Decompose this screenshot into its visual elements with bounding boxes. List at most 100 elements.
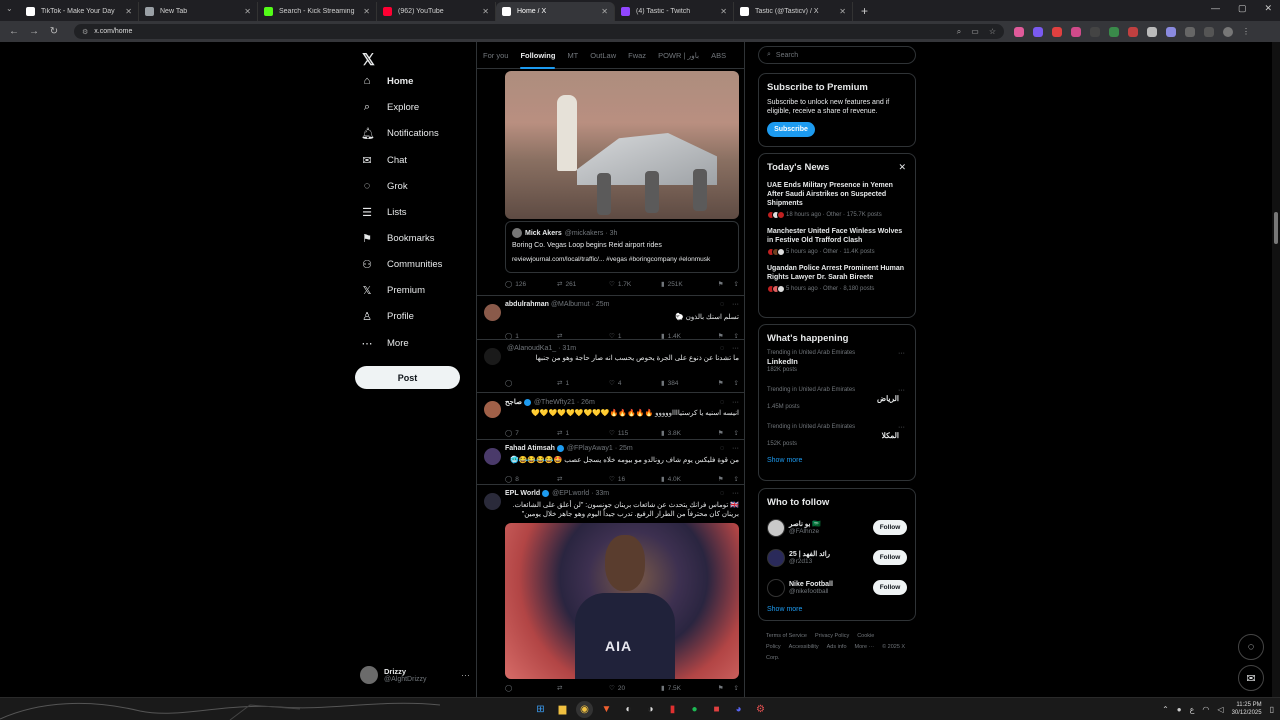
more-icon[interactable]: ··· [732, 399, 739, 406]
app-icon[interactable]: ▮ [664, 701, 681, 718]
nav-item-lists[interactable]: ☰ Lists [361, 206, 406, 219]
nav-item-premium[interactable]: 𝕏 Premium [361, 284, 425, 297]
avatar[interactable] [484, 304, 501, 321]
repost-button[interactable]: ⇄ 261 [557, 280, 609, 289]
tweet-time[interactable]: · 31m [558, 345, 576, 352]
quote-link[interactable]: reviewjournal.com/local/traffic/... #veg… [512, 256, 732, 263]
tweet-author[interactable]: Fahad Atimsah [505, 445, 555, 452]
subscribe-button[interactable]: Subscribe [767, 122, 815, 137]
close-tab-icon[interactable]: ✕ [720, 7, 727, 16]
views-button[interactable]: ▮ 251K [661, 280, 709, 289]
repost-button[interactable]: ⇄ 1 [557, 379, 609, 388]
tab-search-icon[interactable]: ⌄ [6, 4, 13, 13]
extension-icon[interactable] [1071, 26, 1081, 37]
avatar[interactable] [767, 578, 785, 597]
forward-icon[interactable]: → [26, 26, 42, 37]
avatar[interactable] [484, 448, 501, 465]
more-icon[interactable]: ··· [898, 387, 905, 394]
nav-item-communities[interactable]: ⚇ Communities [361, 258, 442, 271]
close-tab-icon[interactable]: ✕ [244, 7, 251, 16]
nav-item-bookmarks[interactable]: ⚑ Bookmarks [361, 232, 434, 245]
footer-link[interactable]: Accessibility [789, 644, 819, 650]
app-icon[interactable]: ⚙ [752, 701, 769, 718]
trend-item[interactable]: Trending in United Arab Emirates LinkedIn… [767, 350, 907, 381]
tweet[interactable]: abdulrahman @MAlbumut · 25m ◌ ··· تسلم اسنك ب… [477, 295, 744, 340]
browser-tab[interactable]: Tastic (@Tasticv) / X ✕ [734, 2, 853, 21]
close-tab-icon[interactable]: ✕ [601, 7, 608, 16]
nav-item-chat[interactable]: ✉ Chat [361, 154, 407, 167]
browser-tab[interactable]: Home / X ✕ [496, 2, 615, 21]
extension-icon[interactable] [1052, 26, 1062, 37]
spotify-icon[interactable]: ● [686, 701, 703, 718]
microphone-icon[interactable]: ● [1177, 705, 1182, 714]
reply-button[interactable]: ◯ 126 [505, 280, 557, 289]
tweet-handle[interactable]: @AlanoudKa1_ [507, 345, 556, 352]
tweet-handle[interactable]: @FPlayAway1 [567, 445, 613, 452]
share-icon[interactable]: ⇪ [734, 280, 739, 288]
clock[interactable]: 11:25 PM 30/12/2025 [1232, 701, 1262, 717]
volume-icon[interactable]: ◁ [1217, 705, 1223, 714]
like-button[interactable]: ♡ 16 [609, 475, 661, 484]
more-icon[interactable]: ··· [461, 670, 470, 680]
search-input[interactable]: ⌕ Search [758, 46, 916, 64]
new-tab-button[interactable]: + [861, 2, 868, 21]
app-icon[interactable]: ◑ [642, 701, 659, 718]
minimize-icon[interactable]: — [1211, 3, 1220, 14]
views-button[interactable]: ▮ 4.0K [661, 475, 709, 484]
feed-tab[interactable]: POWR | باور [652, 42, 705, 69]
grok-icon[interactable]: ◌ [720, 445, 724, 452]
file-explorer-icon[interactable]: ▆ [554, 701, 571, 718]
follow-button[interactable]: Follow [873, 520, 907, 535]
tweet-author[interactable]: صاجح [505, 398, 522, 406]
x-logo-icon[interactable]: 𝕏 [362, 50, 375, 70]
close-tab-icon[interactable]: ✕ [125, 7, 132, 16]
tweet-time[interactable]: · 33m [591, 490, 609, 497]
windows-start-icon[interactable]: ⊞ [532, 701, 549, 718]
back-icon[interactable]: ← [6, 26, 22, 37]
avatar[interactable] [484, 348, 501, 365]
feed-tab[interactable]: Following [514, 42, 561, 69]
feed-tab[interactable]: Fwaz [622, 42, 652, 69]
trend-item[interactable]: Trending in United Arab Emirates الرياض 1.… [767, 387, 907, 418]
grok-button[interactable]: ◌ [1238, 634, 1264, 660]
tweet-handle[interactable]: @EPLworld [552, 490, 589, 497]
nav-item-more[interactable]: ⋯ More [361, 337, 409, 350]
repost-button[interactable]: ⇄ 1 [557, 429, 609, 438]
browser-tab[interactable]: (4) Tastic - Twitch ✕ [615, 2, 734, 21]
quoted-tweet-card[interactable]: Mick Akers @mickakers · 3h Boring Co. Ve… [505, 221, 739, 273]
trend-item[interactable]: Trending in United Arab Emirates المكلا 15… [767, 424, 907, 455]
like-button[interactable]: ♡ 20 [609, 684, 661, 693]
nav-item-profile[interactable]: ♙ Profile [361, 310, 414, 323]
extension-icon[interactable] [1014, 26, 1024, 37]
more-icon[interactable]: ··· [732, 490, 739, 497]
extension-icon[interactable] [1090, 26, 1100, 37]
nav-item-explore[interactable]: ⌕ Explore [361, 101, 419, 114]
close-icon[interactable]: ✕ [898, 162, 906, 173]
tweet-time[interactable]: · 25m [592, 301, 610, 308]
notifications-icon[interactable]: ▯ [1270, 705, 1274, 714]
feed-tab[interactable]: ABS [705, 42, 732, 69]
reply-button[interactable]: ◯ 7 [505, 429, 557, 438]
extension-icon[interactable] [1147, 26, 1157, 37]
app-icon[interactable]: ◐ [620, 701, 637, 718]
site-info-icon[interactable]: ⚙ [82, 28, 88, 36]
browser-tab[interactable]: (962) YouTube ✕ [377, 2, 496, 21]
repost-button[interactable]: ⇄ [557, 475, 609, 483]
more-icon[interactable]: ··· [732, 445, 739, 452]
scrollbar[interactable] [1272, 42, 1280, 697]
scrollbar-thumb[interactable] [1274, 212, 1278, 244]
views-button[interactable]: ▮ 384 [661, 379, 709, 388]
close-tab-icon[interactable]: ✕ [839, 7, 846, 16]
follow-button[interactable]: Follow [873, 550, 907, 565]
grok-icon[interactable]: ◌ [720, 399, 724, 406]
extension-icon[interactable] [1128, 26, 1138, 37]
tweet-handle[interactable]: @MAlbumut [551, 301, 590, 308]
split-view-icon[interactable] [1204, 26, 1214, 37]
more-icon[interactable]: ··· [898, 424, 905, 431]
share-icon[interactable]: ⇪ [734, 379, 739, 387]
nav-item-home[interactable]: ⌂ Home [361, 75, 414, 87]
tweet[interactable]: Fahad Atimsah @FPlayAway1 · 25m ◌ ··· من قوة … [477, 439, 744, 484]
feed-tab[interactable]: For you [477, 42, 514, 69]
like-button[interactable]: ♡ 115 [609, 429, 661, 438]
avatar[interactable] [767, 518, 785, 537]
